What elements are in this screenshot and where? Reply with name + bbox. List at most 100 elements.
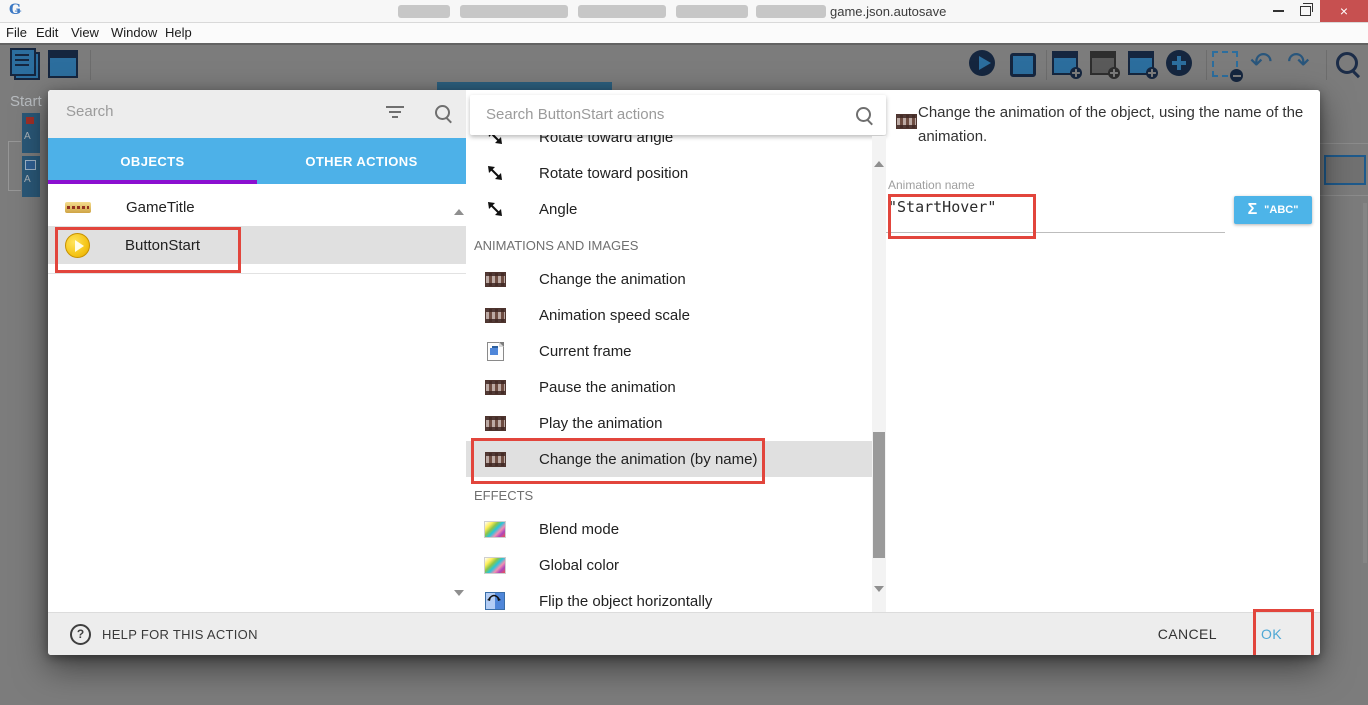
menu-file[interactable]: File [6, 25, 27, 40]
action-row[interactable]: Current frame [466, 333, 886, 369]
field-underline [886, 232, 1225, 233]
delete-selection-icon [1212, 51, 1238, 77]
gdevelop-logo-icon: Ǥ [9, 2, 22, 18]
scrollbar-up-arrow[interactable] [874, 144, 884, 162]
workspace-dimmed: ↶ ↷ Start A A [0, 43, 1368, 705]
add-other-event-button[interactable] [1166, 50, 1196, 78]
action-row[interactable]: Flip the object horizontally [466, 583, 886, 612]
minimize-icon [1273, 10, 1284, 12]
action-row[interactable]: Play the animation [466, 405, 886, 441]
instruction-left-panel: OBJECTS OTHER ACTIONS GameTitle ButtonSt… [48, 90, 466, 612]
film-strip-icon [485, 416, 506, 431]
tab-other-actions[interactable]: OTHER ACTIONS [257, 138, 466, 184]
film-strip-icon [485, 452, 506, 467]
restore-icon [1300, 6, 1311, 16]
add-event-icon [1052, 51, 1078, 75]
search-events-button[interactable] [1334, 50, 1364, 78]
toolbar-separator [1206, 50, 1207, 80]
film-strip-icon [485, 272, 506, 287]
background-scrollbar [1363, 203, 1367, 563]
tab-objects[interactable]: OBJECTS [48, 138, 257, 184]
cancel-button[interactable]: CANCEL [1158, 626, 1217, 642]
redo-button[interactable]: ↷ [1287, 50, 1317, 78]
titlebar: Ǥ game.json.autosave × [0, 0, 1368, 23]
ok-button[interactable]: OK [1261, 626, 1282, 642]
action-search-bar [470, 95, 886, 135]
add-event-button[interactable] [1052, 50, 1082, 78]
color-spectrum-icon [484, 557, 506, 574]
object-row-buttonstart[interactable]: ButtonStart [48, 226, 466, 264]
film-strip-icon [485, 308, 506, 323]
left-scrollbar-up[interactable] [454, 192, 464, 210]
play-icon [969, 50, 995, 76]
window-title: game.json.autosave [830, 4, 946, 19]
redacted-title-segment [578, 5, 666, 18]
list-divider [48, 273, 466, 274]
action-row[interactable]: Pause the animation [466, 369, 886, 405]
flip-horizontal-icon [485, 592, 505, 610]
plus-circle-icon [1166, 50, 1192, 76]
sigma-icon: Σ [1248, 201, 1258, 219]
play-button[interactable] [969, 50, 999, 78]
undo-button[interactable]: ↶ [1250, 50, 1280, 78]
color-spectrum-icon [484, 521, 506, 538]
action-row-selected[interactable]: Change the animation (by name) [466, 441, 886, 477]
menu-window[interactable]: Window [111, 25, 157, 40]
action-row[interactable]: Global color [466, 547, 886, 583]
scrollbar-thumb[interactable] [873, 432, 885, 558]
redacted-title-segment [398, 5, 450, 18]
scene-tab-indicator [437, 82, 612, 90]
debug-button[interactable] [1008, 50, 1038, 78]
action-row[interactable]: Blend mode [466, 511, 886, 547]
animation-name-field[interactable]: "StartHover" [888, 198, 996, 216]
actions-scrollbar[interactable] [872, 136, 886, 612]
close-button[interactable]: × [1320, 0, 1368, 22]
close-icon: × [1340, 3, 1348, 19]
active-tab-indicator [48, 180, 257, 184]
minimize-button[interactable] [1266, 0, 1290, 22]
current-frame-icon [487, 342, 504, 361]
scene-window-icon [48, 50, 78, 78]
object-row-gametitle[interactable]: GameTitle [48, 188, 466, 226]
film-strip-icon [485, 380, 506, 395]
expression-editor-button[interactable]: Σ "ABC" [1234, 196, 1312, 224]
delete-event-button[interactable] [1212, 50, 1242, 78]
toolbar-separator [1046, 50, 1047, 80]
scrollbar-down-arrow[interactable] [874, 592, 884, 610]
toolbar-separator [90, 50, 91, 80]
menu-view[interactable]: View [71, 25, 99, 40]
redacted-title-segment [756, 5, 826, 18]
action-search-input[interactable] [484, 105, 818, 124]
search-icon[interactable] [435, 105, 450, 120]
animation-name-label: Animation name [888, 178, 975, 192]
restore-button[interactable] [1292, 0, 1318, 22]
scene-editor-button[interactable] [48, 50, 78, 78]
bug-icon [1010, 53, 1036, 77]
object-search-bar [48, 90, 466, 138]
event-letter: A [24, 131, 31, 142]
action-row[interactable]: Animation speed scale [466, 297, 886, 333]
toolbar-separator [1326, 50, 1327, 80]
action-row[interactable]: Rotate toward position [466, 155, 886, 191]
actions-list: Rotate toward angle Rotate toward positi… [466, 90, 886, 612]
action-row[interactable]: Angle [466, 191, 886, 227]
object-search-input[interactable] [64, 102, 368, 121]
play-button-sprite-icon [65, 233, 90, 258]
add-subevent-button[interactable] [1128, 50, 1158, 78]
rotate-icon [486, 164, 504, 182]
help-icon[interactable]: ? [70, 624, 91, 645]
help-link[interactable]: HELP FOR THIS ACTION [102, 627, 258, 642]
action-row[interactable]: Change the animation [466, 261, 886, 297]
add-comment-button[interactable] [1090, 50, 1120, 78]
event-letter: A [24, 174, 31, 185]
filter-icon[interactable] [386, 106, 404, 120]
search-icon [1336, 52, 1358, 74]
menu-edit[interactable]: Edit [36, 25, 58, 40]
action-editor-dialog: OBJECTS OTHER ACTIONS GameTitle ButtonSt… [48, 90, 1320, 655]
left-panel-tabs: OBJECTS OTHER ACTIONS [48, 138, 466, 184]
actions-panel: Rotate toward angle Rotate toward positi… [466, 90, 886, 612]
search-icon[interactable] [856, 107, 871, 122]
project-manager-button[interactable] [10, 50, 40, 78]
menu-help[interactable]: Help [165, 25, 192, 40]
toolbar-divider [0, 43, 1368, 45]
